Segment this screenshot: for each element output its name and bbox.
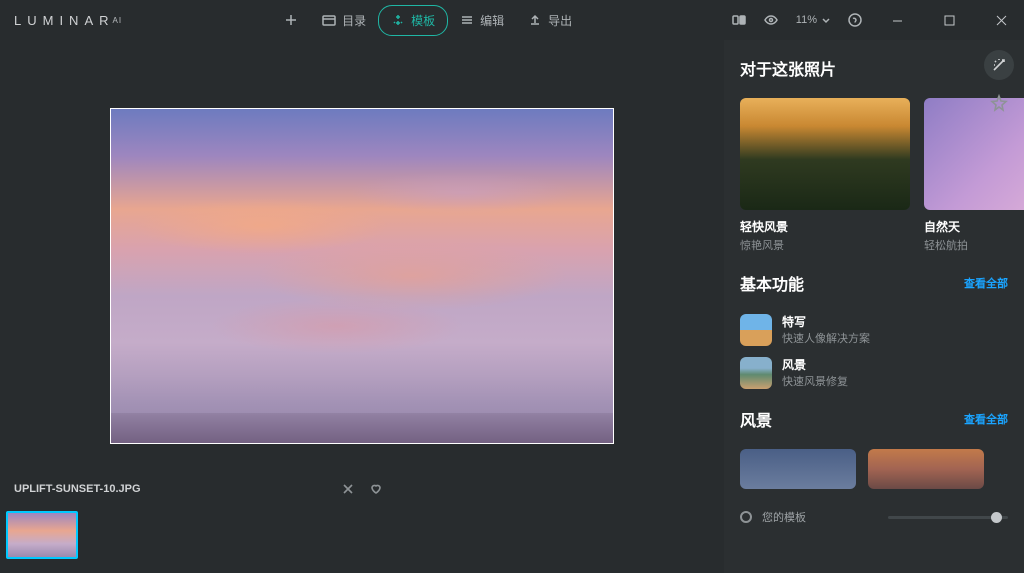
window-close[interactable] [984, 5, 1018, 35]
for-you-card-1-title: 轻快风景 [740, 218, 910, 235]
template-strength-slider[interactable] [888, 516, 1008, 519]
zoom-value: 11% [796, 14, 817, 26]
basic-view-all[interactable]: 查看全部 [964, 275, 1008, 291]
for-you-card-1[interactable]: 轻快风景 惊艳风景 [740, 98, 910, 253]
export-icon [528, 13, 542, 27]
basic-title: 基本功能 [740, 271, 804, 295]
basic-item-landscape[interactable]: 风景 快速风景修复 [740, 356, 1008, 389]
basic-list: 特写 快速人像解决方案 风景 快速风景修复 [740, 313, 1008, 389]
basic-name-2: 风景 [782, 356, 848, 373]
filmstrip [0, 507, 724, 573]
star-icon [990, 94, 1008, 112]
landscape-thumb-1[interactable] [740, 449, 856, 489]
app-name: LUMINAR [14, 13, 115, 28]
for-you-card-2[interactable]: 自然天 轻松航拍 [924, 98, 1024, 253]
compare-icon[interactable] [732, 13, 746, 27]
wand-icon [991, 57, 1007, 73]
tab-templates[interactable]: 模板 [378, 5, 448, 36]
window-maximize[interactable] [932, 5, 966, 35]
slider-knob[interactable] [991, 512, 1002, 523]
basic-thumb-landscape [740, 357, 772, 389]
basic-name-1: 特写 [782, 313, 870, 330]
tab-export[interactable]: 导出 [516, 6, 584, 35]
favorite-template-button[interactable] [984, 88, 1014, 118]
help-icon[interactable] [848, 13, 862, 27]
canvas-area [0, 40, 724, 471]
for-you-card-2-sub: 轻松航拍 [924, 237, 1024, 253]
chevron-down-icon [821, 16, 830, 25]
landscape-view-all[interactable]: 查看全部 [964, 411, 1008, 427]
panel-float-actions [984, 50, 1014, 118]
basic-item-portrait[interactable]: 特写 快速人像解决方案 [740, 313, 1008, 346]
file-name: UPLIFT-SUNSET-10.JPG [14, 483, 141, 495]
tab-edit-label: 编辑 [480, 12, 504, 29]
landscape-head: 风景 查看全部 [740, 407, 1008, 431]
for-you-thumb-1 [740, 98, 910, 210]
templates-panel: 对于这张照片 轻快风景 惊艳风景 自然天 轻松航拍 基本功能 查看全部 特写 [724, 40, 1024, 573]
tab-templates-label: 模板 [411, 12, 435, 29]
tab-catalog-label: 目录 [342, 12, 366, 29]
eye-icon[interactable] [764, 13, 778, 27]
viewer-panel: UPLIFT-SUNSET-10.JPG [0, 40, 724, 573]
main-area: UPLIFT-SUNSET-10.JPG 对于这张照片 轻快风景 [0, 40, 1024, 573]
image-preview[interactable] [110, 108, 614, 444]
template-radio[interactable] [740, 511, 752, 523]
top-bar: LUMINAR AI 目录 模板 编辑 导出 11% [0, 0, 1024, 40]
basic-sub-2: 快速风景修复 [782, 373, 848, 389]
tab-export-label: 导出 [548, 12, 572, 29]
for-you-title: 对于这张照片 [740, 56, 836, 80]
template-slider-label: 您的模板 [762, 509, 806, 525]
add-button[interactable] [272, 7, 310, 33]
sky-artwork [111, 109, 613, 443]
app-suffix: AI [113, 16, 123, 25]
for-you-head: 对于这张照片 [740, 56, 1008, 80]
favorite-icon[interactable] [370, 483, 382, 495]
file-info-row: UPLIFT-SUNSET-10.JPG [0, 471, 724, 507]
zoom-control[interactable]: 11% [796, 14, 830, 26]
reject-icon[interactable] [342, 483, 354, 495]
sparkle-icon [391, 13, 405, 27]
template-slider-row: 您的模板 [740, 509, 1008, 525]
tab-catalog[interactable]: 目录 [310, 6, 378, 35]
landscape-title: 风景 [740, 407, 772, 431]
for-you-card-1-sub: 惊艳风景 [740, 237, 910, 253]
basic-sub-1: 快速人像解决方案 [782, 330, 870, 346]
basic-head: 基本功能 查看全部 [740, 271, 1008, 295]
plus-icon [284, 13, 298, 27]
landscape-thumb-2[interactable] [868, 449, 984, 489]
basic-thumb-portrait [740, 314, 772, 346]
app-logo: LUMINAR AI [14, 13, 122, 28]
for-you-card-2-title: 自然天 [924, 218, 1024, 235]
sliders-icon [460, 13, 474, 27]
magic-button[interactable] [984, 50, 1014, 80]
landscape-row [740, 449, 1008, 489]
tab-edit[interactable]: 编辑 [448, 6, 516, 35]
thumbnail-selected[interactable] [6, 511, 78, 559]
for-you-row: 轻快风景 惊艳风景 自然天 轻松航拍 [740, 98, 1008, 253]
folder-icon [322, 13, 336, 27]
window-minimize[interactable] [880, 5, 914, 35]
